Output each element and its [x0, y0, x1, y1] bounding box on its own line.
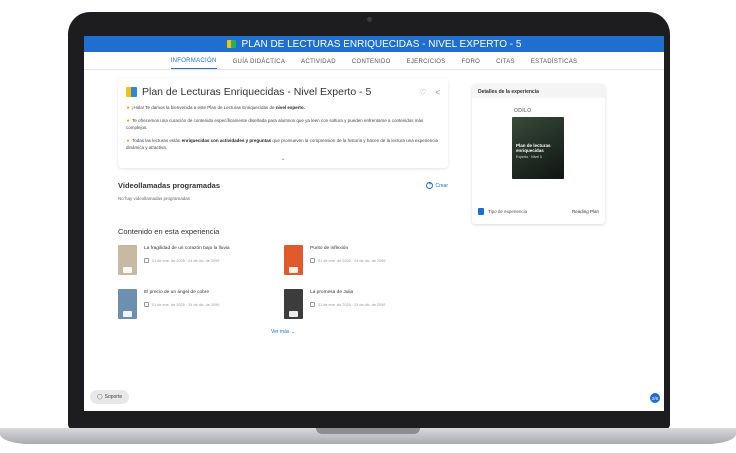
tab-informacion[interactable]: INFORMACIÓN — [170, 58, 217, 69]
tab-contenido[interactable]: CONTENIDO — [352, 59, 391, 69]
favorite-icon[interactable]: ♡ — [419, 88, 426, 97]
videos-header: Videollamadas programadas + Crear — [118, 181, 448, 190]
content-item[interactable]: La promesa de Julia 01 de ene. de 2025 ·… — [284, 289, 450, 319]
book-cover — [118, 289, 137, 319]
content-section: Contenido en esta experiencia La fragili… — [118, 227, 448, 335]
experience-type-row: Tipo de experiencia Reading Plan — [478, 208, 599, 215]
intro-text: ★ ¡Hola! Te damos la bienvenida a este Pl… — [126, 104, 440, 151]
content-item[interactable]: Punto de inflexión 01 de ene. de 2025 · … — [284, 245, 450, 275]
tab-bar: INFORMACIÓN GUÍA DIDÁCTICA ACTIVIDAD CON… — [84, 52, 664, 70]
videos-empty-text: No hay videollamadas programadas — [118, 196, 191, 201]
tab-citas[interactable]: CITAS — [496, 59, 515, 69]
logo-icon — [226, 39, 237, 49]
content-item-title: Punto de inflexión — [310, 246, 349, 251]
plus-icon: + — [426, 182, 434, 189]
badge-seal — [123, 311, 132, 317]
book-cover — [284, 245, 303, 275]
chat-icon: ◯ — [97, 394, 103, 400]
content-item-title: La promesa de Julia — [310, 290, 354, 295]
content-item-meta: 01 de ene. de 2025 · 24 de dic. de 2099 — [310, 258, 385, 263]
content-item-meta: 01 de ene. de 2025 · 24 de dic. de 2099 — [144, 302, 219, 307]
badge-seal — [289, 311, 298, 317]
brand-logo: ODILO — [514, 108, 532, 114]
header-title: PLAN DE LECTURAS ENRIQUECIDAS - NIVEL EX… — [241, 38, 522, 50]
star-icon: ★ — [126, 138, 131, 143]
book-cover — [284, 289, 303, 319]
experience-details-panel: Detalles de la experiencia ODILO Plan de… — [472, 84, 605, 224]
star-icon: ★ — [126, 105, 131, 110]
screen: PLAN DE LECTURAS ENRIQUECIDAS - NIVEL EX… — [84, 36, 664, 411]
content-title: Contenido en esta experiencia — [118, 227, 220, 236]
main-content: Plan de Lecturas Enriquecidas - Nivel Ex… — [118, 78, 448, 335]
progress-badge[interactable]: 2/6 — [649, 392, 661, 404]
intro-paragraph-2: ★ Te ofrecemos una curación de contenido … — [126, 118, 424, 130]
calendar-icon — [310, 302, 315, 307]
tab-actividad[interactable]: ACTIVIDAD — [301, 59, 336, 69]
create-button[interactable]: + Crear — [426, 182, 448, 189]
tab-estadisticas[interactable]: ESTADÍSTICAS — [531, 59, 578, 69]
plan-icon — [126, 86, 137, 98]
see-more-button[interactable]: Ver más ⌄ — [118, 329, 448, 335]
content-item-title: El precio de un ángel de cobre — [144, 290, 210, 295]
expand-chevron-icon[interactable]: ⌄ — [126, 155, 440, 162]
content-item[interactable]: El precio de un ángel de cobre 01 de ene… — [118, 289, 284, 319]
page-title: Plan de Lecturas Enriquecidas - Nivel Ex… — [142, 86, 372, 98]
videos-section: Videollamadas programadas + Crear No hay… — [118, 177, 448, 205]
content-grid: La fragilidad de un corazón bajo la lluv… — [118, 245, 448, 319]
star-icon: ★ — [126, 118, 131, 123]
type-label: Tipo de experiencia — [488, 209, 528, 214]
cover-title: Plan de lecturas enriquecidas — [516, 143, 551, 153]
intro-paragraph-1: ★ ¡Hola! Te damos la bienvenida a este Pl… — [126, 105, 305, 110]
support-label: Soporte — [104, 394, 123, 400]
badge-seal — [289, 267, 298, 273]
calendar-icon — [310, 258, 315, 263]
laptop-notch — [316, 428, 420, 434]
content-item-meta: 01 de ene. de 2025 · 24 de dic. de 2099 — [310, 302, 385, 307]
tab-guia-didactica[interactable]: GUÍA DIDÁCTICA — [233, 59, 286, 69]
chevron-down-icon: ⌄ — [290, 329, 295, 335]
title-actions: ♡ < — [419, 88, 440, 97]
create-label: Crear — [435, 182, 448, 189]
experience-cover: Plan de lecturas enriquecidas Experto · … — [512, 117, 564, 179]
panel-header: Detalles de la experiencia — [472, 84, 605, 98]
cover-subtitle: Experto · Nivel 5 — [516, 155, 542, 159]
content-item[interactable]: La fragilidad de un corazón bajo la lluv… — [118, 245, 284, 275]
book-cover — [118, 245, 137, 275]
tab-ejercicios[interactable]: EJERCICIOS — [407, 59, 446, 69]
calendar-icon — [144, 258, 149, 263]
tab-foro[interactable]: FORO — [462, 59, 481, 69]
support-button[interactable]: ◯ Soporte — [90, 390, 130, 404]
intro-paragraph-3: ★ Todas las lecturas están enriquecidas c… — [126, 138, 438, 150]
document-icon — [478, 208, 484, 215]
content-item-title: La fragilidad de un corazón bajo la lluv… — [144, 246, 230, 251]
content-item-meta: 01 de ene. de 2025 · 24 de dic. de 2099 — [144, 258, 230, 263]
videos-title: Videollamadas programadas — [118, 181, 220, 190]
calendar-icon — [144, 302, 149, 307]
type-value: Reading Plan — [571, 209, 599, 214]
intro-card: Plan de Lecturas Enriquecidas - Nivel Ex… — [118, 78, 448, 168]
share-icon[interactable]: < — [435, 88, 440, 97]
top-header: PLAN DE LECTURAS ENRIQUECIDAS - NIVEL EX… — [84, 36, 664, 52]
badge-seal — [123, 267, 132, 273]
title-row: Plan de Lecturas Enriquecidas - Nivel Ex… — [126, 86, 440, 98]
camera — [367, 17, 372, 22]
